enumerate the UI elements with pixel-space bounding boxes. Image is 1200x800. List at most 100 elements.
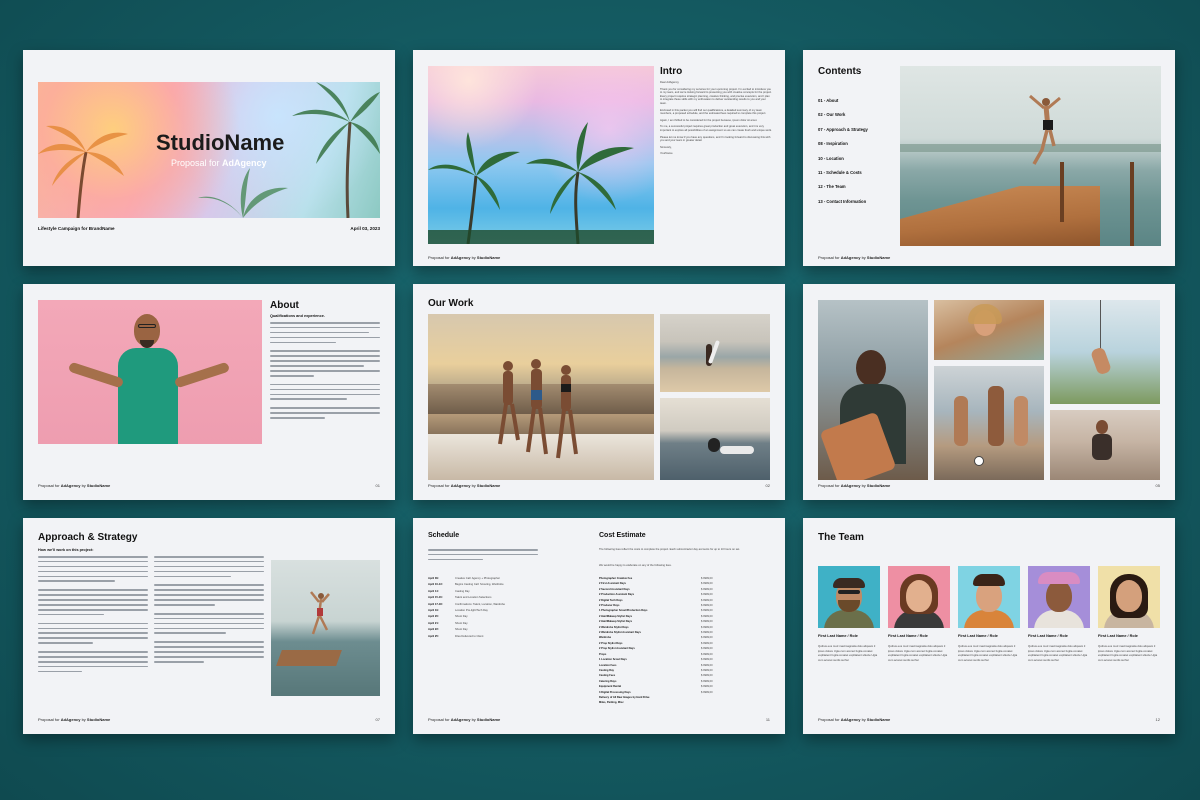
page-schedule-cost[interactable]: Schedule April 09: April 10-13: April 14: A… <box>413 518 785 734</box>
contents-item[interactable]: 08 - Inspiration <box>818 137 868 151</box>
about-subtitle: Qualifications and experience. <box>270 314 325 318</box>
approach-title: Approach & Strategy <box>38 532 138 543</box>
people-running-icon <box>498 359 578 459</box>
letter-paragraph: Again, I am thrilled to be considered fo… <box>660 118 758 122</box>
swing-image <box>1050 300 1160 404</box>
schedule-title: Schedule <box>428 532 460 539</box>
surfer-paddling-image <box>660 398 770 480</box>
page-footer: Proposal for AdAgency by StudioName <box>818 483 891 488</box>
contents-item[interactable]: 01 - About <box>818 94 868 108</box>
palm-sky-image <box>428 66 654 244</box>
page-team[interactable]: The Team First Last Name / Role First La… <box>803 518 1175 734</box>
contents-list: 01 - About 02 - Our Work 07 - Approach &… <box>818 94 868 209</box>
proposal-date: April 03, 2023 <box>350 226 380 231</box>
palm-tree-icon <box>198 168 288 218</box>
yoga-image <box>1050 410 1160 480</box>
page-number: 11 <box>765 717 770 722</box>
page-approach[interactable]: Approach & Strategy How we'll work on th… <box>23 518 395 734</box>
page-intro[interactable]: Intro Dear AdAgency, Thank you for consi… <box>413 50 785 266</box>
team-member-bio: Quibus eos mod maximagnatia dolo aliquam… <box>1098 644 1158 662</box>
about-body-text <box>270 322 380 422</box>
palm-tree-icon <box>428 122 654 244</box>
page-footer: Proposal for AdAgency by StudioName <box>38 717 111 722</box>
page-number: 05 <box>1155 483 1160 488</box>
page-number: 02 <box>765 483 770 488</box>
letter-paragraph: Thank you for considering my services fo… <box>660 87 772 105</box>
schedule-dates: April 09: April 10-13: April 14: April 15-1… <box>428 577 443 638</box>
cost-amounts: $ 9999,00 $ 9999,00 $ 9999,00 $ 9999,00 $ 99… <box>701 577 713 694</box>
letter-paragraph: Enclosed in this packet you will find ou… <box>660 108 767 116</box>
team-title: The Team <box>818 532 864 543</box>
page-number: 07 <box>375 717 380 722</box>
page-cover[interactable]: StudioName Proposal for AdAgency Lifesty… <box>23 50 395 266</box>
surfer-portrait-image <box>818 300 928 480</box>
contents-item[interactable]: 10 - Location <box>818 152 868 166</box>
page-contents[interactable]: Contents 01 - About 02 - Our Work 07 - A… <box>803 50 1175 266</box>
team-member-bio: Quibus eos mod maximagnatia dolo aliquam… <box>1028 644 1088 662</box>
team-avatar <box>888 566 950 628</box>
team-member-role: First Last Name / Role <box>1028 634 1068 638</box>
team-avatar <box>958 566 1020 628</box>
intro-title: Intro <box>660 66 683 77</box>
campaign-name: Lifestyle Campaign for BrandName <box>38 226 115 231</box>
schedule-tasks: Creative Call: Agency + Photographer Begi… <box>455 577 506 638</box>
team-member-role: First Last Name / Role <box>888 634 928 638</box>
surfer-walking-image <box>660 314 770 392</box>
page-footer: Proposal for AdAgency by StudioName <box>38 483 111 488</box>
contents-item[interactable]: 02 - Our Work <box>818 108 868 122</box>
contents-item[interactable]: 07 - Approach & Strategy <box>818 123 868 137</box>
contents-item[interactable]: 13 - Contact Information <box>818 195 868 209</box>
page-about[interactable]: About Qualifications and experience. Pro… <box>23 284 395 500</box>
schedule-intro-text <box>428 549 538 564</box>
letter-paragraph: Please let me know if you have any quest… <box>660 135 771 143</box>
cost-note: We would be happy to elaborate on any of… <box>599 564 672 567</box>
page-footer: Proposal for AdAgency by StudioName <box>818 255 891 260</box>
approach-subtitle: How we'll work on this project: <box>38 548 94 552</box>
woman-car-image <box>934 300 1044 360</box>
green-shirt <box>118 348 178 444</box>
team-member-bio: Quibus eos mod maximagnatia dolo aliquam… <box>958 644 1018 662</box>
contents-item[interactable]: 11 - Schedule & Costs <box>818 166 868 180</box>
palm-tree-icon <box>38 125 128 218</box>
page-footer: Proposal for AdAgency by StudioName <box>428 717 501 722</box>
page-gallery[interactable]: Proposal for AdAgency by StudioName 05 <box>803 284 1175 500</box>
team-member-bio: Quibus eos mod maximagnatia dolo aliquam… <box>818 644 878 662</box>
about-portrait-image <box>38 300 262 444</box>
page-footer: Proposal for AdAgency by StudioName <box>428 483 501 488</box>
contents-title: Contents <box>818 66 862 77</box>
cost-title: Cost Estimate <box>599 532 646 539</box>
our-work-title: Our Work <box>428 298 474 309</box>
jumping-person-icon <box>1029 94 1061 165</box>
cover-hero-image: StudioName Proposal for AdAgency <box>38 82 380 218</box>
page-number: 12 <box>1155 717 1160 722</box>
team-member-bio: Quibus eos mod maximagnatia dolo aliquam… <box>888 644 948 662</box>
palm-tree-icon <box>292 82 380 218</box>
page-our-work[interactable]: Our Work Proposal for AdAgency by Studio… <box>413 284 785 500</box>
lake-jump-image <box>900 66 1161 246</box>
dock-jump-image <box>271 560 380 696</box>
friends-beach-image <box>934 366 1044 480</box>
cost-items: Photographer Creative Fee 2 First Assista… <box>599 577 650 705</box>
team-avatar <box>818 566 880 628</box>
about-title: About <box>270 300 299 311</box>
cost-intro: The following fees reflect the costs to … <box>599 548 741 551</box>
hat-icon <box>1038 572 1080 584</box>
page-footer: Proposal for AdAgency by StudioName <box>818 717 891 722</box>
sunglasses-icon <box>838 590 860 594</box>
studio-name-title: StudioName <box>156 130 285 155</box>
letter-signature: YourName <box>660 152 673 156</box>
page-number: 01 <box>375 483 380 488</box>
approach-column-1 <box>38 556 148 676</box>
jumping-person-icon <box>310 591 330 635</box>
letter-paragraph: To me, a successful project requires gre… <box>660 125 772 132</box>
proposal-subtitle: Proposal for AdAgency <box>171 158 267 168</box>
team-avatar <box>1098 566 1160 628</box>
team-member-role: First Last Name / Role <box>958 634 998 638</box>
page-footer: Proposal for AdAgency by StudioName <box>428 255 501 260</box>
contents-item[interactable]: 12 - The Team <box>818 180 868 194</box>
approach-column-2 <box>154 556 264 666</box>
intro-letter: Dear AdAgency, Thank you for considering… <box>660 81 772 156</box>
team-avatar <box>1028 566 1090 628</box>
team-member-role: First Last Name / Role <box>1098 634 1138 638</box>
letter-greeting: Dear AdAgency, <box>660 81 680 84</box>
